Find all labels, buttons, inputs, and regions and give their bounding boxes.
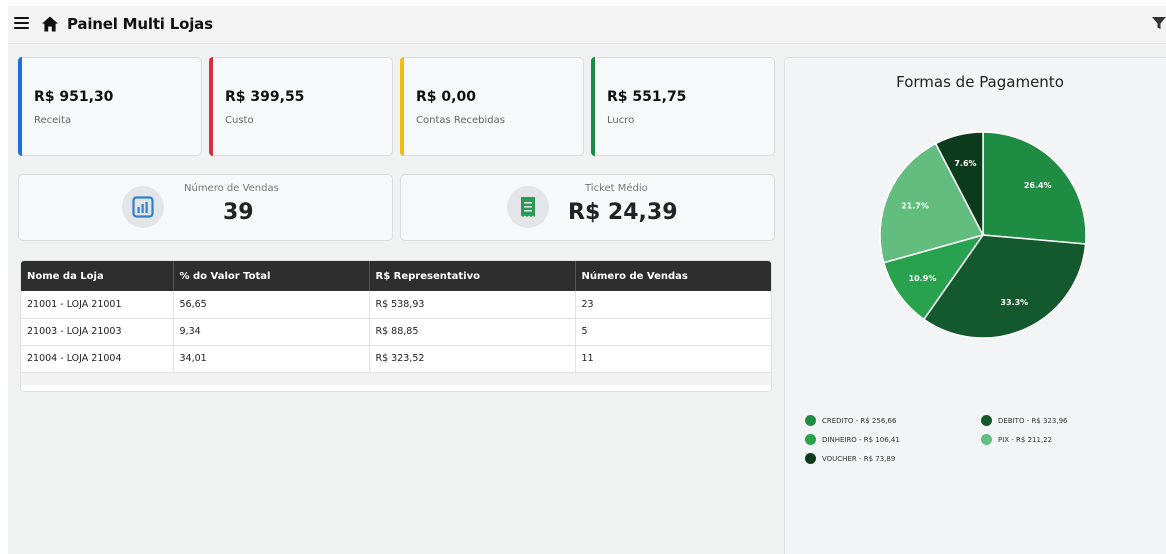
table-footer [21,372,771,385]
legend-label: DEBITO - R$ 323,96 [998,416,1068,425]
home-icon[interactable] [41,15,59,33]
pie-slice-label: 33.3% [1000,298,1028,307]
table-row[interactable]: 21004 - LOJA 21004 34,01 R$ 323,52 11 [21,345,771,373]
legend-label: PIX - R$ 211,22 [998,435,1053,444]
filter-icon[interactable] [1152,16,1166,30]
kpi-value: R$ 0,00 [416,89,476,105]
legend-item[interactable]: DINHEIRO - R$ 106,41 [805,434,900,445]
kpi-value: R$ 551,75 [607,89,687,105]
kpi-card-contas-recebidas: R$ 0,00 Contas Recebidas [400,57,584,156]
receipt-icon [507,186,549,228]
table-cell: 21001 - LOJA 21001 [21,291,174,319]
table-header-row: Nome da Loja % do Valor Total R$ Represe… [21,261,771,291]
pie-slice-label: 7.6% [954,159,976,168]
kpi-card-receita: R$ 951,30 Receita [18,57,202,156]
table-cell: R$ 323,52 [369,345,576,373]
bar-chart-icon [122,186,164,228]
table-cell: 21003 - LOJA 21003 [21,318,174,346]
pie-slice-label: 26.4% [1024,181,1052,190]
legend-item[interactable]: PIX - R$ 211,22 [981,434,1052,445]
table-cell: R$ 88,85 [369,318,576,346]
table-row[interactable]: 21001 - LOJA 21001 56,65 R$ 538,93 23 [21,291,771,319]
stat-label: Ticket Médio [585,183,648,194]
legend-swatch [805,434,816,445]
kpi-label: Lucro [607,115,635,126]
legend-item[interactable]: DEBITO - R$ 323,96 [981,415,1067,426]
kpi-label: Custo [225,115,254,126]
page-title: Painel Multi Lojas [67,15,213,33]
app-frame: Painel Multi Lojas R$ 951,30 Receita R$ … [8,6,1166,554]
kpi-card-lucro: R$ 551,75 Lucro [591,57,775,156]
table-cell: 23 [575,291,771,319]
kpi-accent-bar [18,57,22,156]
column-header[interactable]: % do Valor Total [173,261,370,291]
table-cell: 34,01 [173,345,370,373]
legend-label: DINHEIRO - R$ 106,41 [822,435,900,444]
stat-label: Número de Vendas [184,183,279,194]
table-row[interactable]: 21003 - LOJA 21003 9,34 R$ 88,85 5 [21,318,771,346]
kpi-accent-bar [591,57,595,156]
table-cell: 21004 - LOJA 21004 [21,345,174,373]
legend-item[interactable]: CREDITO - R$ 256,66 [805,415,896,426]
table-cell: 11 [575,345,771,373]
kpi-value: R$ 951,30 [34,89,114,105]
kpi-accent-bar [209,57,213,156]
column-header[interactable]: Número de Vendas [575,261,771,291]
payment-methods-card: Formas de Pagamento 26.4% 33.3% 10.9% 21.7%… [784,57,1166,554]
pie-slice-label: 21.7% [901,201,929,210]
menu-icon[interactable] [14,17,29,30]
pie-slice-label: 10.9% [909,274,937,283]
table-cell: 56,65 [173,291,370,319]
top-bar: Painel Multi Lojas [8,6,1166,44]
column-header[interactable]: R$ Representativo [369,261,576,291]
legend-swatch [805,415,816,426]
stat-card-vendas: Número de Vendas 39 [18,174,393,241]
pie-chart: 26.4% 33.3% 10.9% 21.7% 7.6% [879,131,1087,339]
table-cell: 5 [575,318,771,346]
stat-value: R$ 24,39 [568,200,678,225]
stat-value: 39 [223,200,254,225]
legend-swatch [981,415,992,426]
table-cell: 9,34 [173,318,370,346]
table-cell: R$ 538,93 [369,291,576,319]
kpi-label: Contas Recebidas [416,115,505,126]
legend-swatch [981,434,992,445]
legend-item[interactable]: VOUCHER - R$ 73,89 [805,453,895,464]
legend-label: VOUCHER - R$ 73,89 [822,454,896,463]
legend-label: CREDITO - R$ 256,66 [822,416,897,425]
column-header[interactable]: Nome da Loja [21,261,174,291]
kpi-accent-bar [400,57,404,156]
stores-table: Nome da Loja % do Valor Total R$ Represe… [20,260,772,392]
stat-card-ticket: Ticket Médio R$ 24,39 [400,174,775,241]
kpi-card-custo: R$ 399,55 Custo [209,57,393,156]
kpi-value: R$ 399,55 [225,89,305,105]
legend-swatch [805,453,816,464]
kpi-label: Receita [34,115,72,126]
